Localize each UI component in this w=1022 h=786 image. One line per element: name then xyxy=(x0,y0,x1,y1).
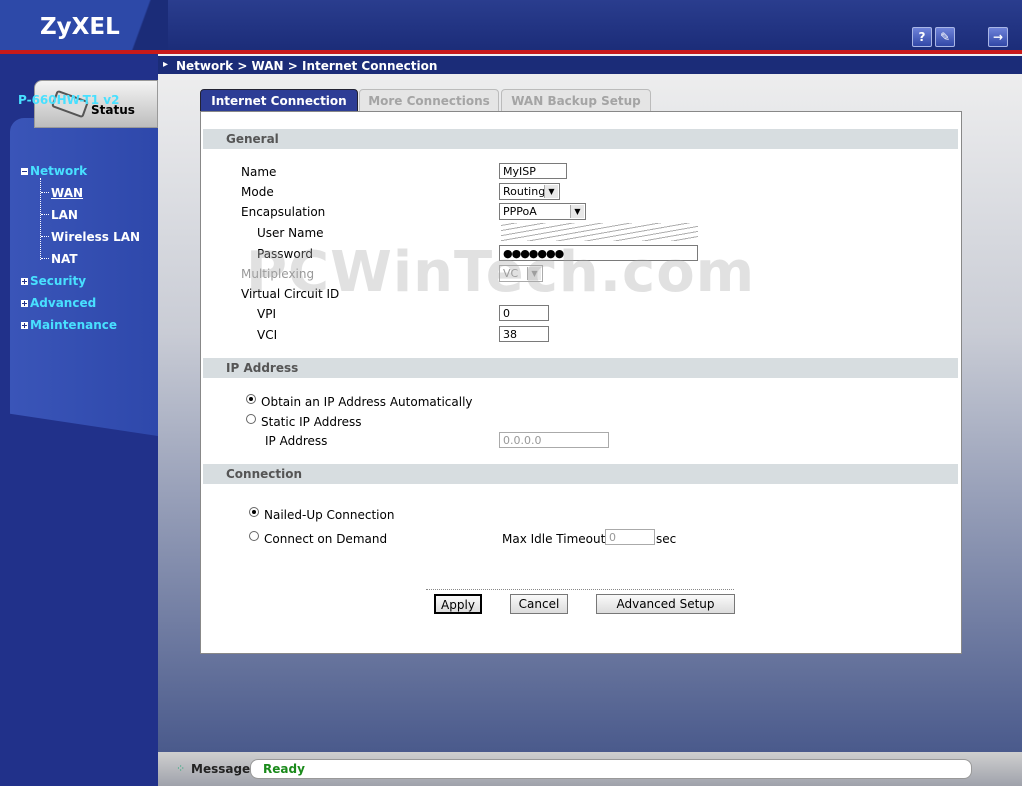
sidebar-item-label: Network xyxy=(30,164,88,178)
message-icon: ⁘ xyxy=(176,762,186,775)
vpi-input[interactable]: 0 xyxy=(499,305,549,321)
section-ip-address: IP Address xyxy=(203,358,958,378)
sidebar-item-label: Maintenance xyxy=(30,318,118,332)
name-label: Name xyxy=(241,165,277,179)
vci-label: VCI xyxy=(257,328,278,342)
breadcrumb-arrow-icon: ▸ xyxy=(163,59,169,70)
sidebar-item-label: Advanced xyxy=(30,296,97,310)
name-input[interactable]: MyISP xyxy=(499,163,567,179)
breadcrumb: Network > WAN > Internet Connection xyxy=(176,59,438,73)
mode-label: Mode xyxy=(241,185,274,199)
vpi-label: VPI xyxy=(257,307,276,321)
watermark: PCWinTech.com xyxy=(246,240,756,305)
idle-unit-label: sec xyxy=(656,532,677,546)
device-model: P-660HW-T1 v2 xyxy=(18,93,120,107)
mode-select[interactable]: Routing ▼ xyxy=(499,183,560,200)
nailed-up-radio[interactable] xyxy=(249,507,259,517)
section-general: General xyxy=(203,129,958,149)
encapsulation-select-value: PPPoA xyxy=(503,205,537,218)
nailed-up-label: Nailed-Up Connection xyxy=(264,508,395,522)
header-bar: ZyXEL ? ✎ → xyxy=(0,0,1022,52)
sidebar-item-maintenance[interactable]: Maintenance xyxy=(21,318,117,332)
connect-on-demand-label: Connect on Demand xyxy=(264,532,388,546)
section-connection: Connection xyxy=(203,464,958,484)
static-ip-radio[interactable] xyxy=(246,414,256,424)
username-label: User Name xyxy=(257,226,324,240)
mode-select-value: Routing xyxy=(503,185,546,198)
section-title: General xyxy=(226,132,279,146)
tree-line xyxy=(41,236,49,237)
chevron-down-icon: ▼ xyxy=(570,205,584,218)
collapse-icon[interactable] xyxy=(21,168,28,175)
section-title: IP Address xyxy=(226,361,299,375)
encapsulation-select[interactable]: PPPoA ▼ xyxy=(499,203,586,220)
chevron-down-icon: ▼ xyxy=(544,185,558,198)
tab-wan-backup-setup[interactable]: WAN Backup Setup xyxy=(501,89,651,113)
sidebar-item-lan[interactable]: LAN xyxy=(51,208,78,222)
tree-line xyxy=(41,214,49,215)
button-divider xyxy=(426,589,734,590)
sidebar-item-label: Security xyxy=(30,274,87,288)
connect-on-demand-radio[interactable] xyxy=(249,531,259,541)
ip-address-label: IP Address xyxy=(265,434,328,448)
ip-address-input[interactable]: 0.0.0.0 xyxy=(499,432,609,448)
sidebar-item-network[interactable]: Network xyxy=(21,164,87,178)
tab-more-connections[interactable]: More Connections xyxy=(359,89,499,113)
vci-input[interactable]: 38 xyxy=(499,326,549,342)
apply-button[interactable]: Apply xyxy=(434,594,482,614)
sidebar-item-advanced[interactable]: Advanced xyxy=(21,296,96,310)
max-idle-timeout-input[interactable]: 0 xyxy=(605,529,655,545)
encapsulation-label: Encapsulation xyxy=(241,205,326,219)
wizard-icon[interactable]: ✎ xyxy=(935,27,955,47)
tree-line xyxy=(41,192,49,193)
sidebar-item-nat[interactable]: NAT xyxy=(51,252,78,266)
max-idle-timeout-label: Max Idle Timeout xyxy=(502,532,606,546)
tree-line xyxy=(41,258,49,259)
tree-line xyxy=(40,178,41,260)
message-label: Message xyxy=(191,762,251,776)
username-input-redacted[interactable] xyxy=(501,223,698,241)
form-panel xyxy=(200,111,962,654)
sidebar-item-security[interactable]: Security xyxy=(21,274,86,288)
zyxel-logo: ZyXEL xyxy=(40,14,120,40)
static-ip-label: Static IP Address xyxy=(261,415,362,429)
message-text: Ready xyxy=(263,762,305,776)
section-title: Connection xyxy=(226,467,303,481)
sidebar-item-wireless-lan[interactable]: Wireless LAN xyxy=(51,230,140,244)
expand-icon[interactable] xyxy=(21,300,28,307)
obtain-ip-auto-label: Obtain an IP Address Automatically xyxy=(261,395,473,409)
help-icon[interactable]: ? xyxy=(912,27,932,47)
sidebar-item-wan[interactable]: WAN xyxy=(51,186,83,200)
obtain-ip-auto-radio[interactable] xyxy=(246,394,256,404)
logout-icon[interactable]: → xyxy=(988,27,1008,47)
cancel-button[interactable]: Cancel xyxy=(510,594,568,614)
tab-internet-connection[interactable]: Internet Connection xyxy=(200,89,358,113)
expand-icon[interactable] xyxy=(21,322,28,329)
advanced-setup-button[interactable]: Advanced Setup xyxy=(596,594,735,614)
expand-icon[interactable] xyxy=(21,278,28,285)
message-field xyxy=(250,759,972,779)
